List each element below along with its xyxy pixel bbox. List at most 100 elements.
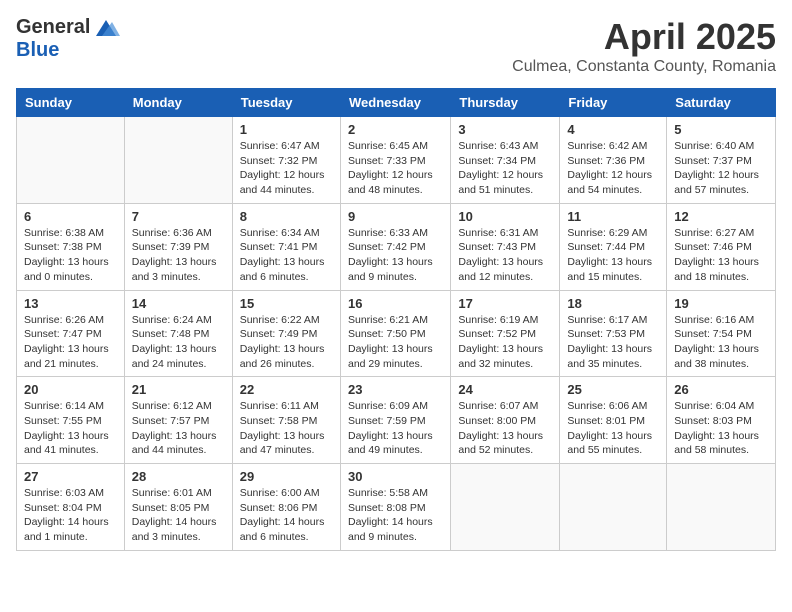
calendar-week-row: 13 Sunrise: 6:26 AM Sunset: 7:47 PM Dayli… <box>17 290 776 377</box>
day-info: Sunrise: 5:58 AM Sunset: 8:08 PM Dayligh… <box>348 486 443 545</box>
day-info: Sunrise: 6:36 AM Sunset: 7:39 PM Dayligh… <box>132 226 225 285</box>
day-number: 9 <box>348 209 443 224</box>
day-info: Sunrise: 6:33 AM Sunset: 7:42 PM Dayligh… <box>348 226 443 285</box>
day-number: 2 <box>348 122 443 137</box>
day-info: Sunrise: 6:00 AM Sunset: 8:06 PM Dayligh… <box>240 486 333 545</box>
day-number: 7 <box>132 209 225 224</box>
calendar-table: SundayMondayTuesdayWednesdayThursdayFrid… <box>16 88 776 551</box>
calendar-cell: 20Sunrise: 6:14 AM Sunset: 7:55 PM Dayli… <box>17 377 125 464</box>
day-info: Sunrise: 6:03 AM Sunset: 8:04 PM Dayligh… <box>24 486 117 545</box>
calendar-cell: 25 Sunrise: 6:06 AM Sunset: 8:01 PM Dayli… <box>560 377 667 464</box>
day-info: Sunrise: 6:07 AM Sunset: 8:00 PM Dayligh… <box>458 399 552 458</box>
calendar-cell: 17 Sunrise: 6:19 AM Sunset: 7:52 PM Dayli… <box>451 290 560 377</box>
day-number: 29 <box>240 469 333 484</box>
day-info: Sunrise: 6:16 AM Sunset: 7:54 PM Dayligh… <box>674 313 768 372</box>
calendar-cell: 23 Sunrise: 6:09 AM Sunset: 7:59 PM Dayli… <box>340 377 450 464</box>
calendar-cell: 9 Sunrise: 6:33 AM Sunset: 7:42 PM Daylig… <box>340 203 450 290</box>
day-info: Sunrise: 6:21 AM Sunset: 7:50 PM Dayligh… <box>348 313 443 372</box>
page-header: General Blue April 2025 Culmea, Constant… <box>16 16 776 76</box>
calendar-cell: 7 Sunrise: 6:36 AM Sunset: 7:39 PM Daylig… <box>124 203 232 290</box>
day-number: 22 <box>240 382 333 397</box>
calendar-cell: 14 Sunrise: 6:24 AM Sunset: 7:48 PM Dayli… <box>124 290 232 377</box>
day-number: 18 <box>567 296 659 311</box>
calendar-cell: 27 Sunrise: 6:03 AM Sunset: 8:04 PM Dayli… <box>17 464 125 551</box>
day-info: Sunrise: 6:12 AM Sunset: 7:57 PM Dayligh… <box>132 399 225 458</box>
weekday-header-tuesday: Tuesday <box>232 89 340 117</box>
calendar-cell: 28 Sunrise: 6:01 AM Sunset: 8:05 PM Dayli… <box>124 464 232 551</box>
day-info: Sunrise: 6:04 AM Sunset: 8:03 PM Dayligh… <box>674 399 768 458</box>
calendar-cell: 16Sunrise: 6:21 AM Sunset: 7:50 PM Dayli… <box>340 290 450 377</box>
calendar-week-row: 20Sunrise: 6:14 AM Sunset: 7:55 PM Dayli… <box>17 377 776 464</box>
calendar-cell: 15Sunrise: 6:22 AM Sunset: 7:49 PM Dayli… <box>232 290 340 377</box>
title-section: April 2025 Culmea, Constanta County, Rom… <box>512 16 776 76</box>
month-title: April 2025 <box>512 16 776 58</box>
weekday-header-sunday: Sunday <box>17 89 125 117</box>
day-number: 6 <box>24 209 117 224</box>
calendar-cell: 22Sunrise: 6:11 AM Sunset: 7:58 PM Dayli… <box>232 377 340 464</box>
calendar-cell: 5 Sunrise: 6:40 AM Sunset: 7:37 PM Daylig… <box>667 117 776 204</box>
day-number: 20 <box>24 382 117 397</box>
day-number: 11 <box>567 209 659 224</box>
day-info: Sunrise: 6:01 AM Sunset: 8:05 PM Dayligh… <box>132 486 225 545</box>
day-number: 4 <box>567 122 659 137</box>
calendar-week-row: 1 Sunrise: 6:47 AM Sunset: 7:32 PM Daylig… <box>17 117 776 204</box>
weekday-header-row: SundayMondayTuesdayWednesdayThursdayFrid… <box>17 89 776 117</box>
day-number: 27 <box>24 469 117 484</box>
calendar-cell: 26 Sunrise: 6:04 AM Sunset: 8:03 PM Dayli… <box>667 377 776 464</box>
day-info: Sunrise: 6:29 AM Sunset: 7:44 PM Dayligh… <box>567 226 659 285</box>
day-info: Sunrise: 6:38 AM Sunset: 7:38 PM Dayligh… <box>24 226 117 285</box>
calendar-week-row: 6 Sunrise: 6:38 AM Sunset: 7:38 PM Daylig… <box>17 203 776 290</box>
weekday-header-thursday: Thursday <box>451 89 560 117</box>
calendar-cell: 6 Sunrise: 6:38 AM Sunset: 7:38 PM Daylig… <box>17 203 125 290</box>
calendar-cell: 21Sunrise: 6:12 AM Sunset: 7:57 PM Dayli… <box>124 377 232 464</box>
day-number: 17 <box>458 296 552 311</box>
day-number: 25 <box>567 382 659 397</box>
logo-blue-text: Blue <box>16 39 59 62</box>
calendar-cell <box>560 464 667 551</box>
day-number: 5 <box>674 122 768 137</box>
calendar-cell: 13 Sunrise: 6:26 AM Sunset: 7:47 PM Dayli… <box>17 290 125 377</box>
day-number: 13 <box>24 296 117 311</box>
day-info: Sunrise: 6:47 AM Sunset: 7:32 PM Dayligh… <box>240 139 333 198</box>
calendar-cell: 29 Sunrise: 6:00 AM Sunset: 8:06 PM Dayli… <box>232 464 340 551</box>
calendar-cell: 18 Sunrise: 6:17 AM Sunset: 7:53 PM Dayli… <box>560 290 667 377</box>
weekday-header-saturday: Saturday <box>667 89 776 117</box>
day-number: 1 <box>240 122 333 137</box>
weekday-header-monday: Monday <box>124 89 232 117</box>
weekday-header-wednesday: Wednesday <box>340 89 450 117</box>
calendar-cell: 8Sunrise: 6:34 AM Sunset: 7:41 PM Daylig… <box>232 203 340 290</box>
day-info: Sunrise: 6:26 AM Sunset: 7:47 PM Dayligh… <box>24 313 117 372</box>
day-info: Sunrise: 6:45 AM Sunset: 7:33 PM Dayligh… <box>348 139 443 198</box>
day-number: 3 <box>458 122 552 137</box>
calendar-cell <box>451 464 560 551</box>
calendar-cell: 30 Sunrise: 5:58 AM Sunset: 8:08 PM Dayli… <box>340 464 450 551</box>
day-info: Sunrise: 6:24 AM Sunset: 7:48 PM Dayligh… <box>132 313 225 372</box>
day-info: Sunrise: 6:27 AM Sunset: 7:46 PM Dayligh… <box>674 226 768 285</box>
day-number: 23 <box>348 382 443 397</box>
logo-icon <box>92 18 120 38</box>
day-number: 12 <box>674 209 768 224</box>
day-info: Sunrise: 6:40 AM Sunset: 7:37 PM Dayligh… <box>674 139 768 198</box>
day-number: 26 <box>674 382 768 397</box>
location-title: Culmea, Constanta County, Romania <box>512 58 776 76</box>
day-number: 30 <box>348 469 443 484</box>
day-info: Sunrise: 6:31 AM Sunset: 7:43 PM Dayligh… <box>458 226 552 285</box>
day-info: Sunrise: 6:22 AM Sunset: 7:49 PM Dayligh… <box>240 313 333 372</box>
day-number: 8 <box>240 209 333 224</box>
day-info: Sunrise: 6:19 AM Sunset: 7:52 PM Dayligh… <box>458 313 552 372</box>
calendar-cell: 4 Sunrise: 6:42 AM Sunset: 7:36 PM Daylig… <box>560 117 667 204</box>
calendar-cell: 3 Sunrise: 6:43 AM Sunset: 7:34 PM Daylig… <box>451 117 560 204</box>
day-number: 28 <box>132 469 225 484</box>
logo: General Blue <box>16 16 120 62</box>
day-info: Sunrise: 6:06 AM Sunset: 8:01 PM Dayligh… <box>567 399 659 458</box>
calendar-cell: 1 Sunrise: 6:47 AM Sunset: 7:32 PM Daylig… <box>232 117 340 204</box>
day-info: Sunrise: 6:09 AM Sunset: 7:59 PM Dayligh… <box>348 399 443 458</box>
day-number: 14 <box>132 296 225 311</box>
day-info: Sunrise: 6:17 AM Sunset: 7:53 PM Dayligh… <box>567 313 659 372</box>
day-number: 10 <box>458 209 552 224</box>
day-info: Sunrise: 6:42 AM Sunset: 7:36 PM Dayligh… <box>567 139 659 198</box>
calendar-cell: 11 Sunrise: 6:29 AM Sunset: 7:44 PM Dayli… <box>560 203 667 290</box>
logo-general-text: General <box>16 16 90 39</box>
calendar-cell: 24Sunrise: 6:07 AM Sunset: 8:00 PM Dayli… <box>451 377 560 464</box>
day-info: Sunrise: 6:43 AM Sunset: 7:34 PM Dayligh… <box>458 139 552 198</box>
